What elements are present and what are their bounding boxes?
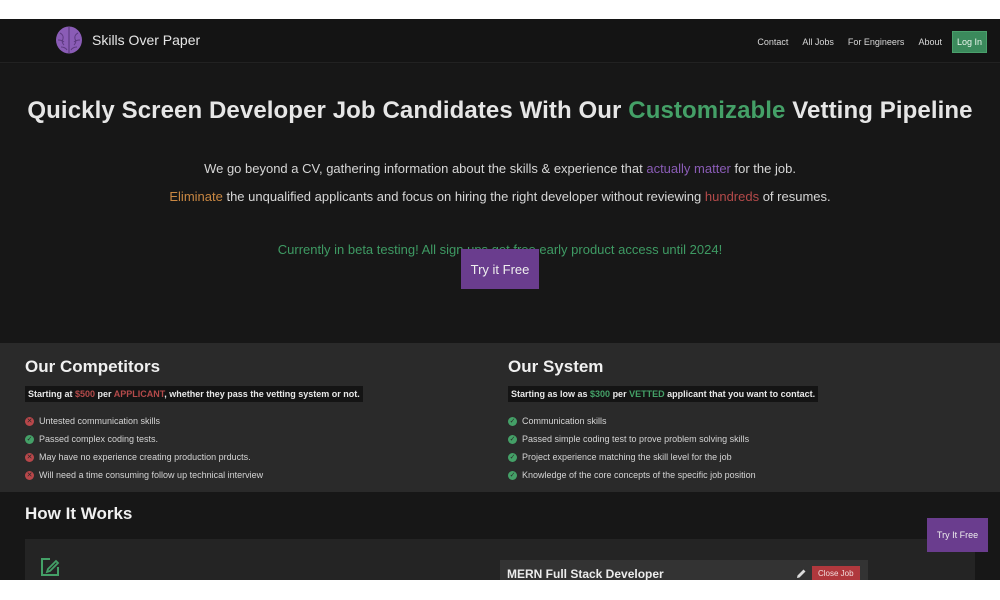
list-item-text: Knowledge of the core concepts of the sp… [522,470,756,480]
competitors-heading: Our Competitors [25,357,161,376]
pricing-text: Starting as low as [511,389,591,399]
pricing-price: $500 [75,389,96,399]
nav-links: Contact All Jobs For Engineers About Log… [743,31,987,53]
x-circle-icon: ✕ [25,452,34,462]
job-card: MERN Full Stack Developer Close Job [500,560,868,580]
list-item-text: Communication skills [522,416,607,426]
floating-try-it-free-button[interactable]: Try It Free [927,518,988,552]
system-column: Our System Starting as low as $300 per V… [508,343,819,484]
app-frame: Skills Over Paper Contact All Jobs For E… [0,19,1000,580]
nav-link-contact[interactable]: Contact [757,37,788,47]
how-it-works-panel: MERN Full Stack Developer Close Job [25,539,975,580]
list-item-text: Passed complex coding tests. [39,434,159,444]
line2-after: of resumes. [759,189,831,204]
hero-line-1: We go beyond a CV, gathering information… [0,161,1000,176]
pricing-text: per [95,389,114,399]
system-pricing: Starting as low as $300 per VETTED appli… [508,386,819,402]
list-item: ✓ Passed complex coding tests. [25,430,363,448]
try-it-free-button[interactable]: Try it Free [461,249,539,289]
pricing-unit: APPLICANT [113,389,165,399]
edit-square-icon [41,558,60,576]
list-item: ✓ Project experience matching the skill l… [508,448,818,466]
pricing-price: $300 [590,389,611,399]
login-button[interactable]: Log In [951,31,987,53]
comparison-section: Our Competitors Starting at $500 per APP… [0,343,1000,492]
close-job-button[interactable]: Close Job [812,566,860,580]
how-it-works-section: How It Works MERN Full Stack Developer C… [0,492,1000,580]
list-item: ✕ Will need a time consuming follow up te… [25,466,363,484]
list-item-text: Untested communication skills [39,416,161,426]
pricing-text: Starting at [28,389,76,399]
nav-link-all-jobs[interactable]: All Jobs [802,37,834,47]
pricing-text: applicant that you want to contact. [664,389,816,399]
hero-title-highlight: Customizable [628,97,786,124]
line1-highlight: actually matter [646,161,731,176]
list-item: ✓ Passed simple coding test to prove prob… [508,430,818,448]
check-circle-icon: ✓ [508,452,517,462]
x-circle-icon: ✕ [25,470,34,480]
check-circle-icon: ✓ [25,434,34,444]
brain-icon [56,26,82,54]
line1-after: for the job. [730,161,796,176]
nav-link-for-engineers[interactable]: For Engineers [848,37,905,47]
line2-middle: the unqualified applicants and focus on … [222,189,705,204]
check-circle-icon: ✓ [508,470,517,480]
line1-before: We go beyond a CV, gathering information… [204,161,647,176]
competitors-list: ✕ Untested communication skills ✓ Passed c… [25,412,363,484]
hero-section: Quickly Screen Developer Job Candidates … [0,64,1000,343]
list-item: ✕ May have no experience creating product… [25,448,363,466]
list-item: ✓ Knowledge of the core concepts of the s… [508,466,818,484]
brand-name: Skills Over Paper [92,32,201,48]
system-heading: Our System [508,357,604,376]
pricing-text: per [610,389,630,399]
hero-title-after: Vetting Pipeline [785,97,973,124]
brand[interactable]: Skills Over Paper [55,25,200,55]
line2-word-eliminate: Eliminate [169,189,223,204]
pricing-text: , whether they pass the vetting system o… [164,389,360,399]
pricing-unit: VETTED [629,389,665,399]
list-item-text: Passed simple coding test to prove probl… [522,434,750,444]
check-circle-icon: ✓ [508,434,517,444]
list-item-text: May have no experience creating producti… [39,452,251,462]
list-item-text: Project experience matching the skill le… [522,452,732,462]
system-list: ✓ Communication skills ✓ Passed simple cod… [508,412,818,484]
competitors-pricing: Starting at $500 per APPLICANT, whether … [25,386,363,402]
nav-link-about[interactable]: About [918,37,942,47]
list-item-text: Will need a time consuming follow up tec… [39,470,264,480]
hero-title-before: Quickly Screen Developer Job Candidates … [27,97,629,124]
x-circle-icon: ✕ [25,416,34,426]
how-it-works-heading: How It Works [25,504,133,523]
top-navbar: Skills Over Paper Contact All Jobs For E… [0,19,1000,63]
competitors-column: Our Competitors Starting at $500 per APP… [25,343,363,484]
job-title: MERN Full Stack Developer [507,567,664,580]
hero-title: Quickly Screen Developer Job Candidates … [0,97,1000,125]
list-item: ✓ Communication skills [508,412,818,430]
list-item: ✕ Untested communication skills [25,412,363,430]
line2-word-hundreds: hundreds [704,189,760,204]
pencil-icon[interactable] [796,568,807,579]
check-circle-icon: ✓ [508,416,517,426]
hero-line-2: Eliminate the unqualified applicants and… [0,189,1000,204]
